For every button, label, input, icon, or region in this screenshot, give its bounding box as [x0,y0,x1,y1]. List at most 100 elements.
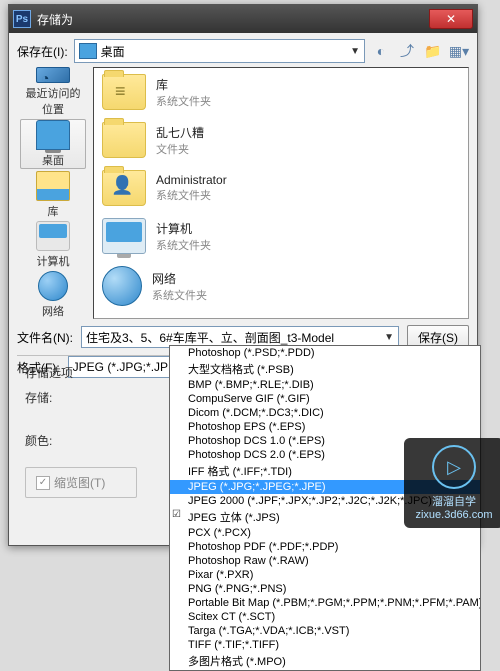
format-option-label: Pixar (*.PXR) [188,569,253,581]
close-button[interactable]: ✕ [429,9,473,29]
up-button[interactable]: ⤴ [397,41,417,61]
item-sub: 文件夹 [156,141,204,157]
format-option[interactable]: 大型文档格式 (*.PSB) [170,360,480,378]
places-bar: 最近访问的位置 桌面 库 计算机 网络 [17,67,89,319]
location-toolbar: 保存在(I): 桌面 ▼ ◐ ⤴ 📁 ▦▾ [9,33,477,67]
place-label: 计算机 [37,253,70,269]
format-option[interactable]: 多图片格式 (*.MPO) [170,652,480,670]
item-name: 网络 [152,270,207,287]
format-option-label: Photoshop PDF (*.PDF;*.PDP) [188,541,338,553]
globe-icon [102,266,142,306]
folder-user-icon [102,170,146,206]
list-item[interactable]: 乱七八糟 文件夹 [94,116,468,164]
thumbnail-label: 缩览图(T) [54,474,105,491]
computer-icon [36,221,70,251]
place-network[interactable]: 网络 [21,271,85,319]
format-option[interactable]: TIFF (*.TIF;*.TIFF) [170,638,480,652]
titlebar: Ps 存储为 ✕ [9,5,477,33]
save-in-value: 桌面 [101,43,125,60]
list-item[interactable]: 库 系统文件夹 [94,68,468,116]
format-option[interactable]: Dicom (*.DCM;*.DC3;*.DIC) [170,406,480,420]
folder-icon [102,122,146,158]
format-option-label: Scitex CT (*.SCT) [188,611,275,623]
save-in-dropdown[interactable]: 桌面 ▼ [74,39,365,63]
filename-label: 文件名(N): [17,329,73,346]
ps-app-icon: Ps [13,10,31,28]
format-option-label: Photoshop (*.PSD;*.PDD) [188,347,315,359]
dialog-body: 最近访问的位置 桌面 库 计算机 网络 库 [9,67,477,319]
desktop-icon [79,43,97,59]
format-option[interactable]: Portable Bit Map (*.PBM;*.PGM;*.PPM;*.PN… [170,596,480,610]
close-icon: ✕ [446,12,456,26]
storage-label: 存储: [25,389,77,406]
format-option-label: BMP (*.BMP;*.RLE;*.DIB) [188,379,314,391]
format-option-label: PCX (*.PCX) [188,527,251,539]
list-item[interactable]: Administrator 系统文件夹 [94,164,468,212]
save-in-label: 保存在(I): [17,43,68,60]
chevron-down-icon: ▼ [350,46,360,57]
format-option-label: Photoshop EPS (*.EPS) [188,421,305,433]
format-option[interactable]: PNG (*.PNG;*.PNS) [170,582,480,596]
item-name: Administrator [156,173,227,187]
views-menu-button[interactable]: ▦▾ [449,41,469,61]
item-sub: 系统文件夹 [156,93,211,109]
format-option[interactable]: Pixar (*.PXR) [170,568,480,582]
watermark-badge: ▷ 溜溜自学 zixue.3d66.com [404,438,500,528]
format-option[interactable]: Scitex CT (*.SCT) [170,610,480,624]
desktop-icon [36,120,70,150]
format-option-label: JPEG 2000 (*.JPF;*.JPX;*.JP2;*.J2C;*.J2K… [188,495,432,507]
format-option-label: 多图片格式 (*.MPO) [188,656,286,668]
format-option-label: TIFF (*.TIF;*.TIFF) [188,639,279,651]
format-option[interactable]: PCX (*.PCX) [170,526,480,540]
place-label: 库 [48,203,59,219]
format-option[interactable]: Photoshop PDF (*.PDF;*.PDP) [170,540,480,554]
filename-value: 住宅及3、5、6#车库平、立、剖面图_t3-Model [86,329,334,346]
place-library[interactable]: 库 [21,171,85,219]
item-sub: 系统文件夹 [156,187,227,203]
list-item[interactable]: 网络 系统文件夹 [94,260,468,312]
item-sub: 系统文件夹 [156,237,211,253]
format-option-label: Dicom (*.DCM;*.DC3;*.DIC) [188,407,324,419]
chevron-down-icon: ▼ [384,332,394,343]
play-icon: ▷ [432,445,476,489]
format-option[interactable]: Photoshop (*.PSD;*.PDD) [170,346,480,360]
format-option[interactable]: BMP (*.BMP;*.RLE;*.DIB) [170,378,480,392]
item-name: 计算机 [156,220,211,237]
format-option-label: Targa (*.TGA;*.VDA;*.ICB;*.VST) [188,625,349,637]
network-icon [38,271,68,301]
format-option-label: PNG (*.PNG;*.PNS) [188,583,286,595]
options-heading: 存储选项 [25,364,77,381]
format-option-label: IFF 格式 (*.IFF;*.TDI) [188,466,292,478]
place-computer[interactable]: 计算机 [21,221,85,269]
file-list[interactable]: 库 系统文件夹 乱七八糟 文件夹 Administrator 系统文件夹 [93,67,469,319]
format-option[interactable]: Targa (*.TGA;*.VDA;*.ICB;*.VST) [170,624,480,638]
checkbox-icon: ✓ [36,476,50,490]
format-option-label: 大型文档格式 (*.PSB) [188,364,294,376]
format-option-label: Photoshop DCS 2.0 (*.EPS) [188,449,325,461]
color-label: 颜色: [25,432,77,449]
place-label: 网络 [42,303,64,319]
place-recent[interactable]: 最近访问的位置 [21,67,85,117]
format-option[interactable]: Photoshop EPS (*.EPS) [170,420,480,434]
library-icon [36,171,70,201]
new-folder-button[interactable]: 📁 [423,41,443,61]
item-name: 库 [156,76,211,93]
recent-icon [36,67,70,83]
format-option-label: Photoshop Raw (*.RAW) [188,555,309,567]
place-desktop[interactable]: 桌面 [20,119,86,169]
place-label: 桌面 [42,152,64,168]
back-button[interactable]: ◐ [371,41,391,61]
check-icon: ☑ [172,509,181,520]
format-option[interactable]: CompuServe GIF (*.GIF) [170,392,480,406]
format-option-label: Photoshop DCS 1.0 (*.EPS) [188,435,325,447]
place-label: 最近访问的位置 [21,85,85,117]
format-option-label: CompuServe GIF (*.GIF) [188,393,310,405]
thumbnail-checkbox[interactable]: ✓ 缩览图(T) [25,467,137,498]
watermark-line2: zixue.3d66.com [415,509,492,521]
format-option[interactable]: Photoshop Raw (*.RAW) [170,554,480,568]
watermark-line1: 溜溜自学 [432,493,476,509]
list-item[interactable]: 计算机 系统文件夹 [94,212,468,260]
window-title: 存储为 [37,11,429,28]
format-option-label: JPEG (*.JPG;*.JPEG;*.JPE) [188,481,326,493]
monitor-icon [102,218,146,254]
